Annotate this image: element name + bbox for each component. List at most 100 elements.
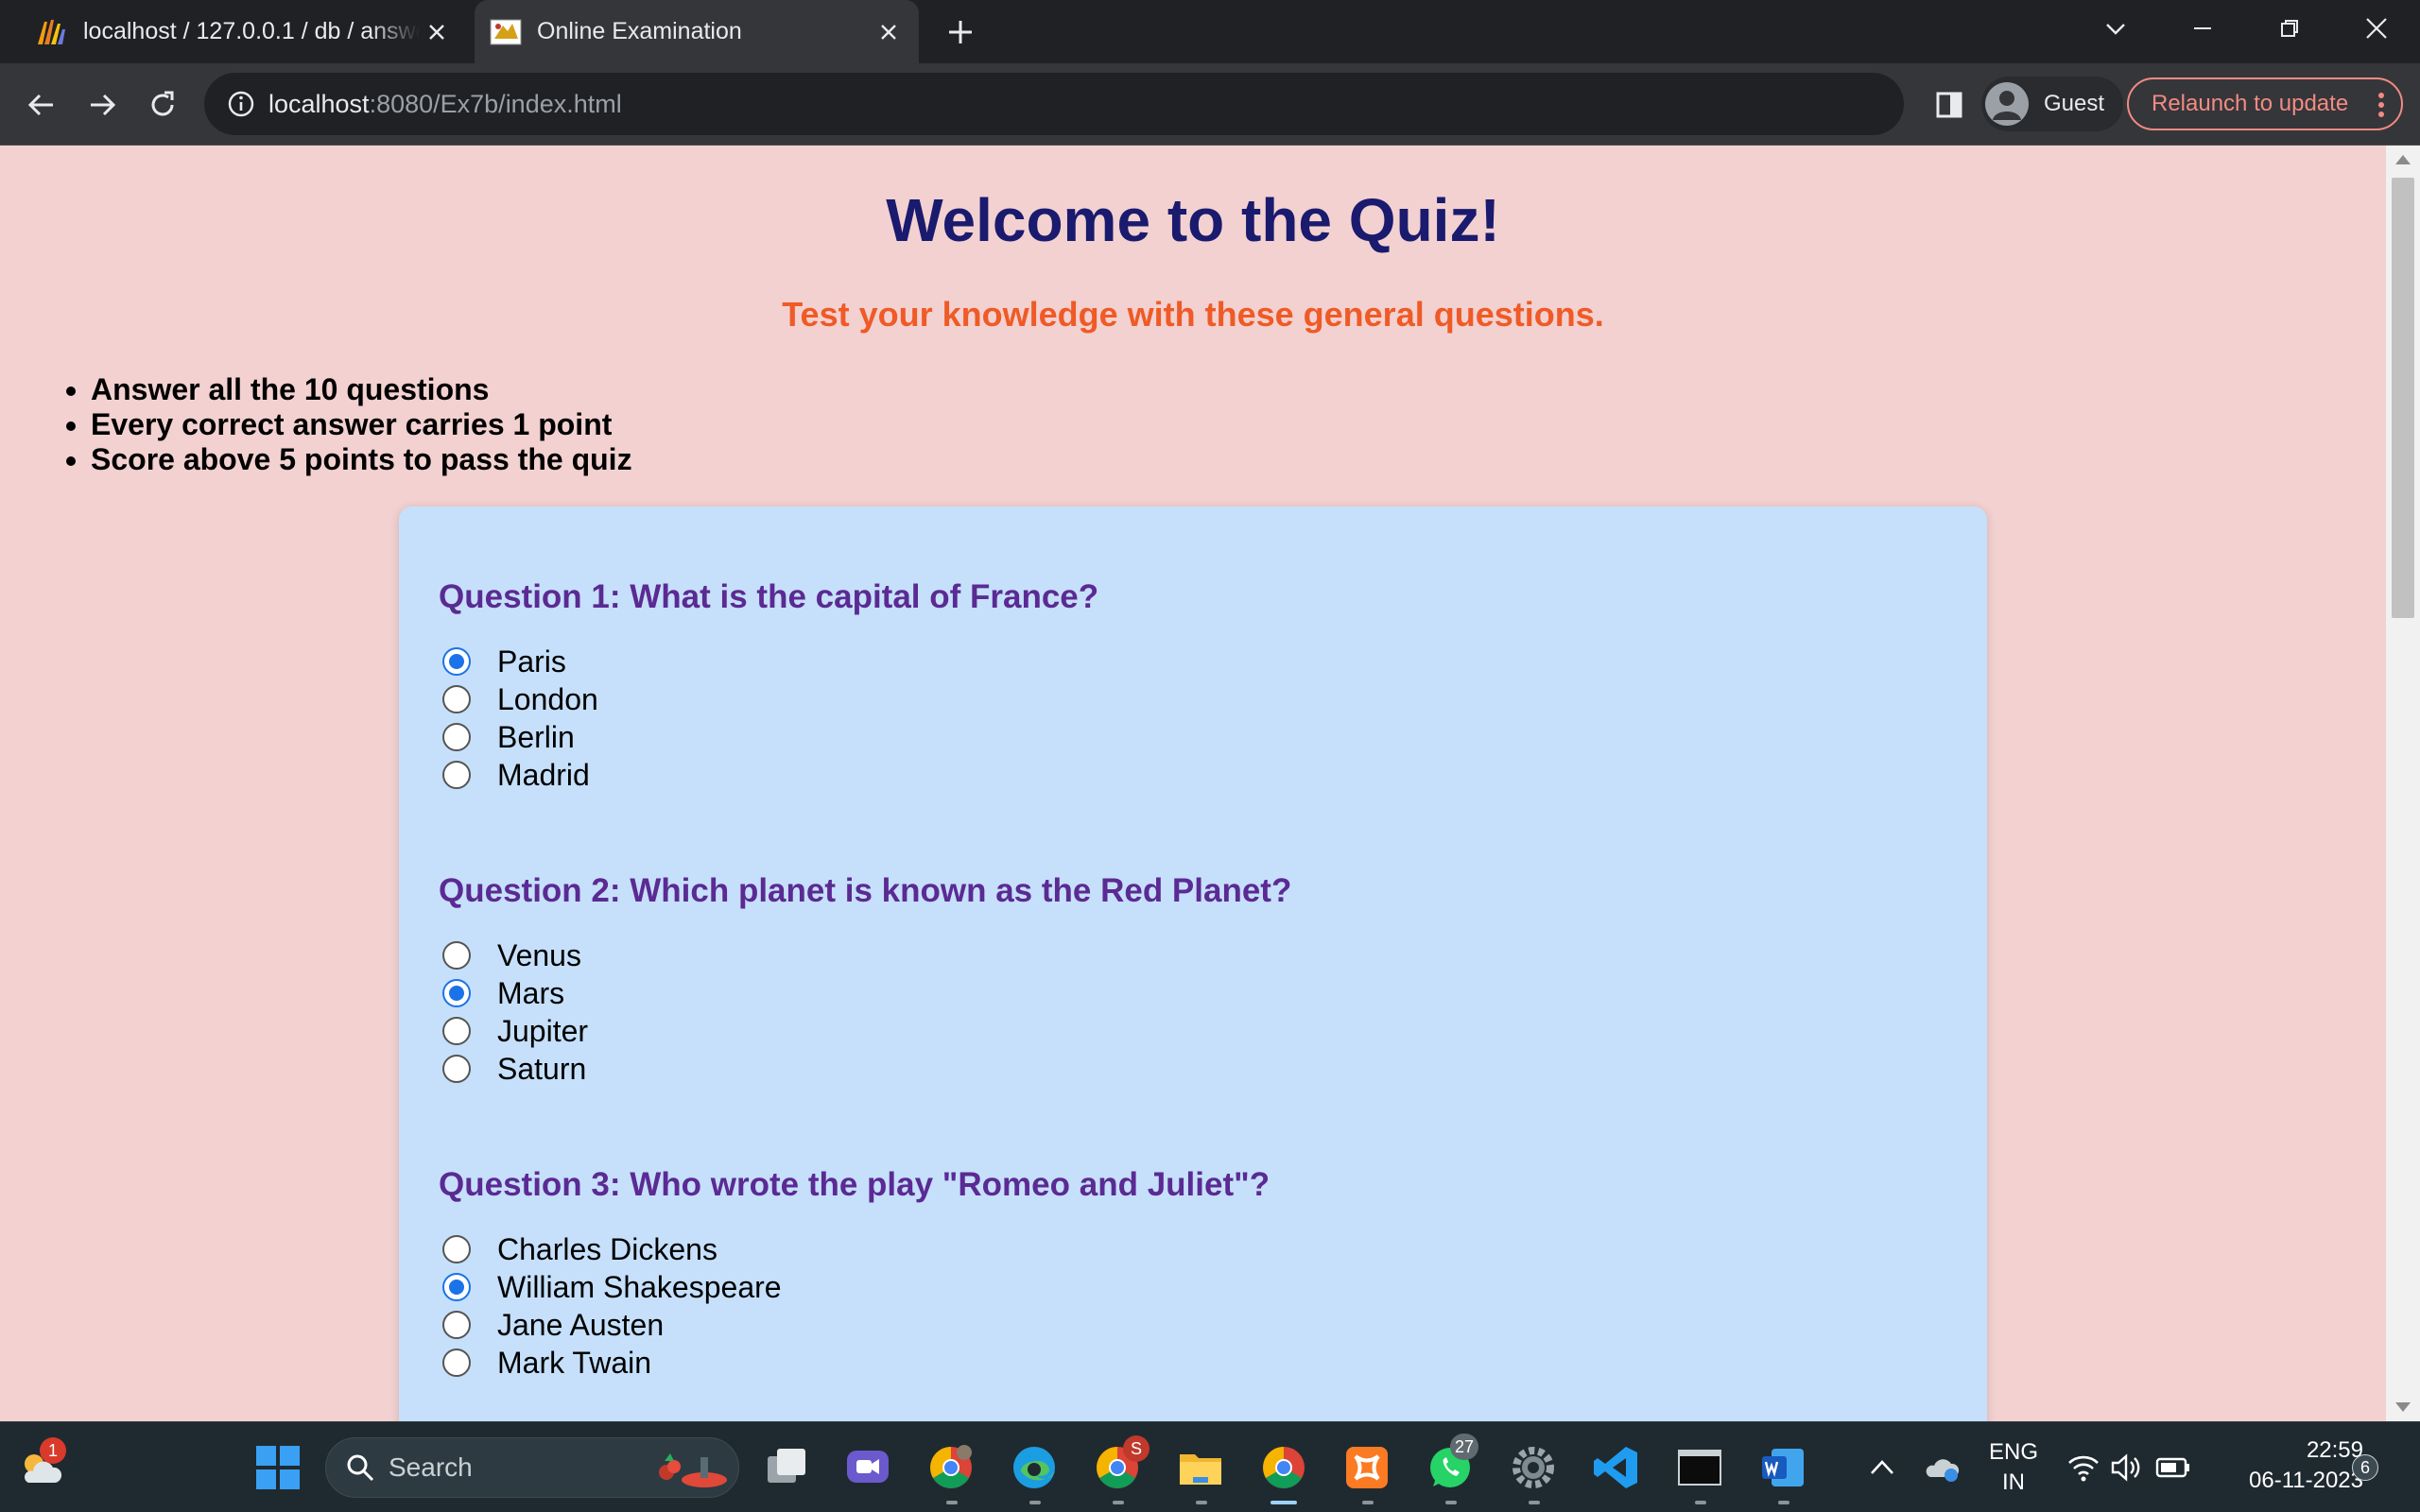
relaunch-to-update-button[interactable]: Relaunch to update (2127, 77, 2403, 130)
terminal-icon[interactable] (1675, 1443, 1724, 1492)
options-list: Paris London Berlin Madrid (439, 643, 1951, 794)
meet-chat-icon[interactable] (843, 1443, 892, 1492)
clock[interactable]: 22:59 06-11-2023 (2203, 1435, 2363, 1496)
page-scrollbar[interactable] (2386, 146, 2420, 1421)
scroll-up-icon[interactable] (2395, 155, 2411, 164)
chrome-icon[interactable] (1259, 1443, 1308, 1492)
edge-icon[interactable] (1010, 1443, 1059, 1492)
option-label: Paris (497, 644, 566, 679)
question-title: Question 2: Which planet is known as the… (439, 872, 1292, 909)
active-indicator (1270, 1501, 1297, 1504)
weather-badge: 1 (40, 1437, 66, 1464)
browser-tab-strip: localhost / 127.0.0.1 / db / answers | p… (0, 0, 2420, 63)
option-label: Mark Twain (497, 1345, 652, 1380)
list-item: Score above 5 points to pass the quiz (91, 442, 632, 477)
page-subtitle: Test your knowledge with these general q… (782, 295, 1604, 334)
radio-button[interactable] (442, 1235, 471, 1263)
info-icon[interactable] (227, 90, 255, 118)
option-jane-austen[interactable]: Jane Austen (439, 1306, 1951, 1344)
chrome-profile-icon[interactable] (926, 1443, 976, 1492)
question-title: Question 1: What is the capital of Franc… (439, 578, 1099, 615)
radio-button[interactable] (442, 1055, 471, 1083)
file-explorer-icon[interactable] (1176, 1443, 1225, 1492)
radio-button[interactable] (442, 1017, 471, 1045)
option-saturn[interactable]: Saturn (439, 1050, 1951, 1088)
option-mars[interactable]: Mars (439, 974, 1951, 1012)
list-item: Answer all the 10 questions (91, 372, 632, 407)
tab-title: localhost / 127.0.0.1 / db / answers | p… (83, 18, 420, 44)
region-code: IN (2002, 1469, 2025, 1495)
windows-start-icon[interactable] (253, 1443, 302, 1492)
task-view-icon[interactable] (762, 1443, 811, 1492)
close-window-button[interactable] (2339, 0, 2414, 57)
option-william-shakespeare[interactable]: William Shakespeare (439, 1268, 1951, 1306)
option-madrid[interactable]: Madrid (439, 756, 1951, 794)
option-paris[interactable]: Paris (439, 643, 1951, 680)
xampp-icon[interactable] (1342, 1443, 1392, 1492)
phpmyadmin-favicon-icon (38, 19, 65, 44)
taskbar-search-box[interactable]: Search (325, 1437, 739, 1498)
battery-icon[interactable] (2155, 1454, 2191, 1481)
restore-button[interactable] (2252, 0, 2327, 57)
question-3: Question 3: Who wrote the play "Romeo an… (439, 1166, 1951, 1382)
side-panel-button[interactable] (1928, 84, 1970, 126)
vscode-icon[interactable] (1592, 1443, 1641, 1492)
option-london[interactable]: London (439, 680, 1951, 718)
more-vertical-icon[interactable] (2377, 91, 2386, 119)
radio-button[interactable] (442, 979, 471, 1007)
word-icon[interactable] (1758, 1443, 1807, 1492)
running-indicator (1029, 1501, 1041, 1504)
options-list: Venus Mars Jupiter Saturn (439, 936, 1951, 1088)
url-text: localhost:8080/Ex7b/index.html (268, 90, 622, 119)
minimize-button[interactable] (2165, 0, 2240, 57)
whatsapp-badge: 27 (1450, 1434, 1479, 1460)
new-tab-button[interactable] (942, 13, 979, 51)
radio-button[interactable] (442, 761, 471, 789)
tab-phpmyadmin[interactable]: localhost / 127.0.0.1 / db / answers | p… (0, 0, 467, 63)
option-berlin[interactable]: Berlin (439, 718, 1951, 756)
url-host: localhost (268, 89, 370, 118)
wifi-icon[interactable] (2066, 1452, 2100, 1483)
radio-button[interactable] (442, 723, 471, 751)
close-tab-icon[interactable] (872, 15, 906, 49)
onedrive-cloud-icon[interactable] (1923, 1451, 1961, 1485)
profile-badge: S (1123, 1435, 1150, 1462)
running-indicator (1529, 1501, 1540, 1504)
reload-button[interactable] (142, 84, 183, 126)
language-indicator[interactable]: ENG IN (1976, 1437, 2051, 1498)
radio-button[interactable] (442, 647, 471, 676)
radio-button[interactable] (442, 685, 471, 713)
forward-button[interactable] (81, 84, 123, 126)
option-charles-dickens[interactable]: Charles Dickens (439, 1230, 1951, 1268)
rules-list: Answer all the 10 questions Every correc… (91, 372, 632, 477)
search-label: Search (389, 1452, 473, 1482)
profile-button[interactable]: Guest (1981, 77, 2124, 131)
scrollbar-thumb[interactable] (2392, 178, 2414, 618)
time-text: 22:59 (2306, 1437, 2363, 1463)
radio-button[interactable] (442, 1311, 471, 1339)
back-button[interactable] (21, 84, 62, 126)
radio-button[interactable] (442, 941, 471, 970)
close-tab-icon[interactable] (420, 15, 454, 49)
browser-toolbar: localhost:8080/Ex7b/index.html Guest Rel… (0, 63, 2420, 146)
notification-count-badge[interactable]: 6 (2352, 1454, 2378, 1481)
option-mark-twain[interactable]: Mark Twain (439, 1344, 1951, 1382)
address-bar[interactable]: localhost:8080/Ex7b/index.html (204, 73, 1904, 135)
reload-icon (151, 91, 174, 116)
option-jupiter[interactable]: Jupiter (439, 1012, 1951, 1050)
running-indicator (1362, 1501, 1374, 1504)
scroll-down-icon[interactable] (2395, 1402, 2411, 1412)
chevron-up-icon[interactable] (1868, 1456, 1896, 1479)
search-icon (347, 1454, 374, 1482)
tab-online-examination[interactable]: Online Examination (475, 0, 919, 63)
settings-gear-icon[interactable] (1509, 1443, 1558, 1492)
option-label: William Shakespeare (497, 1269, 782, 1304)
date-text: 06-11-2023 (2249, 1468, 2363, 1493)
volume-icon[interactable] (2110, 1452, 2144, 1483)
radio-button[interactable] (442, 1273, 471, 1301)
exam-favicon-icon (490, 19, 522, 44)
tab-search-button[interactable] (2078, 0, 2153, 57)
option-venus[interactable]: Venus (439, 936, 1951, 974)
radio-button[interactable] (442, 1349, 471, 1377)
windows-taskbar: 1 Search S 27 ENG IN 22:59 06-11-2023 6 (0, 1421, 2420, 1512)
